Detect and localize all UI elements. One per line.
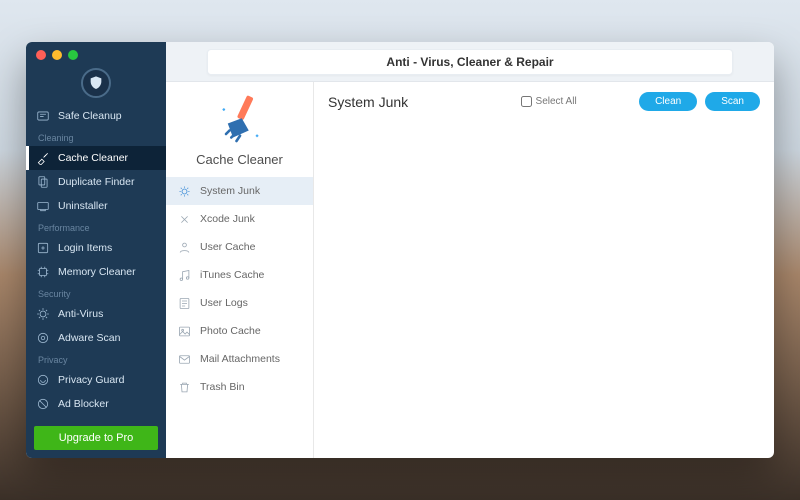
scan-icon <box>36 331 50 345</box>
category-item-label: Xcode Junk <box>200 213 255 225</box>
window-controls <box>36 50 78 60</box>
photo-icon <box>176 323 192 339</box>
sidebar-item-label: Cache Cleaner <box>58 153 128 164</box>
duplicate-icon <box>36 175 50 189</box>
sidebar-item-privacy-guard[interactable]: Privacy Guard <box>26 368 166 392</box>
sidebar-group-label: Cleaning <box>26 128 166 146</box>
login-icon <box>36 241 50 255</box>
sidebar-item-adware-scan[interactable]: Adware Scan <box>26 326 166 350</box>
brush-icon <box>36 151 50 165</box>
virus-icon <box>36 307 50 321</box>
category-item-photo-cache[interactable]: Photo Cache <box>166 317 313 345</box>
privacy-icon <box>36 373 50 387</box>
category-pane-title: Cache Cleaner <box>196 152 283 167</box>
category-item-label: Photo Cache <box>200 325 261 337</box>
sidebar-item-safe-cleanup[interactable]: Safe Cleanup <box>26 104 166 128</box>
mail-icon <box>176 351 192 367</box>
select-all-label: Select All <box>536 96 577 107</box>
music-icon <box>176 267 192 283</box>
sidebar-item-uninstaller[interactable]: Uninstaller <box>26 194 166 218</box>
category-item-user-cache[interactable]: User Cache <box>166 233 313 261</box>
sidebar-item-anti-virus[interactable]: Anti-Virus <box>26 302 166 326</box>
category-item-label: Trash Bin <box>200 381 245 393</box>
category-pane: Cache Cleaner System Junk Xcode Junk Use… <box>166 82 314 458</box>
sidebar-item-duplicate-finder[interactable]: Duplicate Finder <box>26 170 166 194</box>
sidebar-item-label: Login Items <box>58 243 112 254</box>
scan-button[interactable]: Scan <box>705 92 760 111</box>
category-item-label: System Junk <box>200 185 260 197</box>
xcode-icon <box>176 211 192 227</box>
category-item-mail-attachments[interactable]: Mail Attachments <box>166 345 313 373</box>
close-icon[interactable] <box>36 50 46 60</box>
sidebar-item-label: Memory Cleaner <box>58 267 136 278</box>
category-item-trash-bin[interactable]: Trash Bin <box>166 373 313 401</box>
sidebar-item-label: Safe Cleanup <box>58 111 122 122</box>
trash-icon <box>176 379 192 395</box>
select-all-input[interactable] <box>521 96 532 107</box>
sidebar-item-label: Anti-Virus <box>58 309 103 320</box>
sidebar-group-label: Privacy <box>26 350 166 368</box>
sidebar-item-label: Privacy Guard <box>58 375 125 386</box>
sidebar-item-label: Adware Scan <box>58 333 120 344</box>
sidebar-item-label: Uninstaller <box>58 201 108 212</box>
sidebar-item-memory-cleaner[interactable]: Memory Cleaner <box>26 260 166 284</box>
block-icon <box>36 397 50 411</box>
category-item-itunes-cache[interactable]: iTunes Cache <box>166 261 313 289</box>
main-panel: System Junk Select All Clean Scan <box>314 82 774 458</box>
content-area: Anti - Virus, Cleaner & Repair Cache Cle… <box>166 42 774 458</box>
category-item-label: iTunes Cache <box>200 269 264 281</box>
clean-button[interactable]: Clean <box>639 92 697 111</box>
logs-icon <box>176 295 192 311</box>
app-logo <box>26 68 166 98</box>
uninstaller-icon <box>36 199 50 213</box>
category-item-xcode-junk[interactable]: Xcode Junk <box>166 205 313 233</box>
sidebar-item-label: Duplicate Finder <box>58 177 134 188</box>
header-bar: Anti - Virus, Cleaner & Repair <box>166 42 774 82</box>
chip-icon <box>36 265 50 279</box>
minimize-icon[interactable] <box>52 50 62 60</box>
upgrade-button[interactable]: Upgrade to Pro <box>34 426 158 450</box>
sidebar-group-label: Security <box>26 284 166 302</box>
sidebar: Safe Cleanup Cleaning Cache Cleaner Dupl… <box>26 42 166 458</box>
sidebar-item-label: Ad Blocker <box>58 399 109 410</box>
sidebar-group-label: Performance <box>26 218 166 236</box>
category-item-system-junk[interactable]: System Junk <box>166 177 313 205</box>
safe-cleanup-icon <box>36 109 50 123</box>
sidebar-item-ad-blocker[interactable]: Ad Blocker <box>26 392 166 416</box>
category-list: System Junk Xcode Junk User Cache iTunes… <box>166 177 313 401</box>
category-item-label: User Logs <box>200 297 248 309</box>
zoom-icon[interactable] <box>68 50 78 60</box>
cache-cleaner-illustration <box>212 92 268 148</box>
page-title: Anti - Virus, Cleaner & Repair <box>207 49 733 75</box>
system-junk-icon <box>176 183 192 199</box>
category-item-user-logs[interactable]: User Logs <box>166 289 313 317</box>
panel-title: System Junk <box>328 94 408 110</box>
app-window: Safe Cleanup Cleaning Cache Cleaner Dupl… <box>26 42 774 458</box>
sidebar-item-cache-cleaner[interactable]: Cache Cleaner <box>26 146 166 170</box>
sidebar-item-login-items[interactable]: Login Items <box>26 236 166 260</box>
user-icon <box>176 239 192 255</box>
category-item-label: Mail Attachments <box>200 353 280 365</box>
category-item-label: User Cache <box>200 241 255 253</box>
select-all-checkbox[interactable]: Select All <box>471 96 577 107</box>
